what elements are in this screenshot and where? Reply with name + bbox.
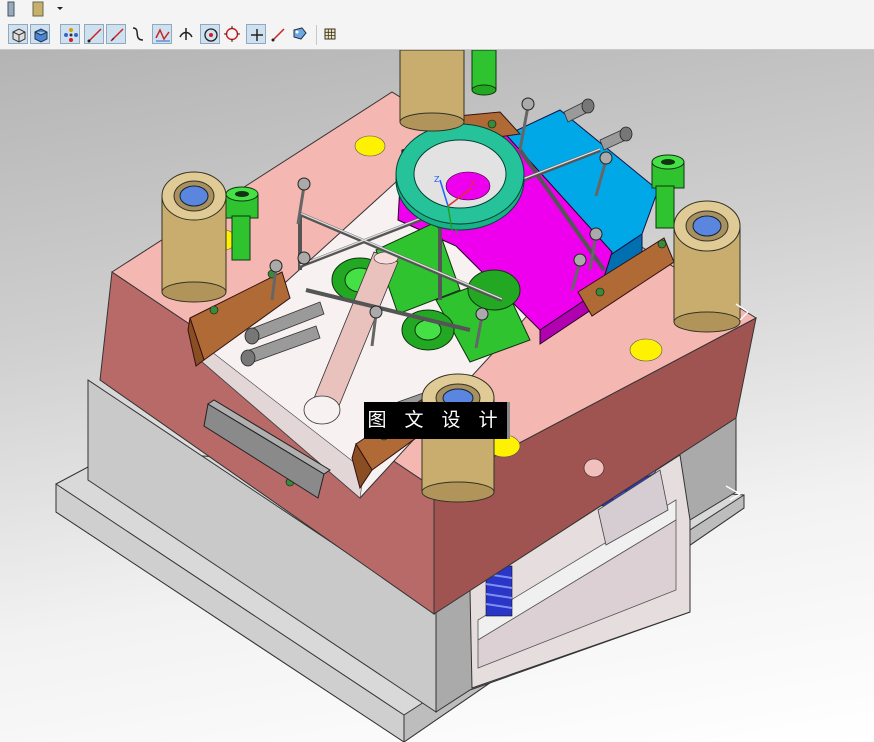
snap-points-icon[interactable] (60, 24, 80, 44)
cross-icon[interactable] (246, 24, 266, 44)
top-toolbar (0, 0, 874, 20)
guide-bushing (673, 200, 741, 333)
center-point-icon[interactable] (200, 24, 220, 44)
cad-viewport[interactable]: Z X Y 图 文 设 计 (0, 50, 874, 742)
toolbar-separator (316, 25, 317, 45)
shaded-view-icon[interactable] (8, 24, 28, 44)
marker-dot (354, 135, 386, 157)
watermark-label: 图 文 设 计 (364, 402, 510, 439)
line-icon[interactable] (84, 24, 104, 44)
marker-dot (629, 338, 663, 362)
triad-z-label: Z (434, 175, 440, 184)
locating-ring (395, 123, 525, 231)
main-toolbar (0, 20, 874, 50)
guide-pillar-top (399, 50, 465, 132)
measure-icon[interactable] (268, 24, 288, 44)
curve-icon[interactable] (128, 24, 148, 44)
solid-cube-icon[interactable] (30, 24, 50, 44)
cylinder-icon[interactable] (28, 0, 50, 18)
view-select-icon[interactable] (290, 24, 310, 44)
mold-assembly-model[interactable]: Z X Y (0, 50, 874, 742)
guide-bushing (161, 171, 227, 303)
water-line-hole (583, 458, 605, 478)
dropdown-arrow-icon[interactable] (54, 2, 64, 14)
green-cap-screw (471, 50, 497, 96)
spline-icon[interactable] (152, 24, 172, 44)
triad-y-label: Y (453, 227, 459, 236)
grid-icon[interactable] (320, 24, 340, 44)
circle-target-icon[interactable] (222, 24, 242, 44)
column-view-icon[interactable] (2, 0, 20, 18)
intersection-icon[interactable] (176, 24, 196, 44)
triad-x-label: X (470, 179, 476, 188)
arc-line-icon[interactable] (106, 24, 126, 44)
